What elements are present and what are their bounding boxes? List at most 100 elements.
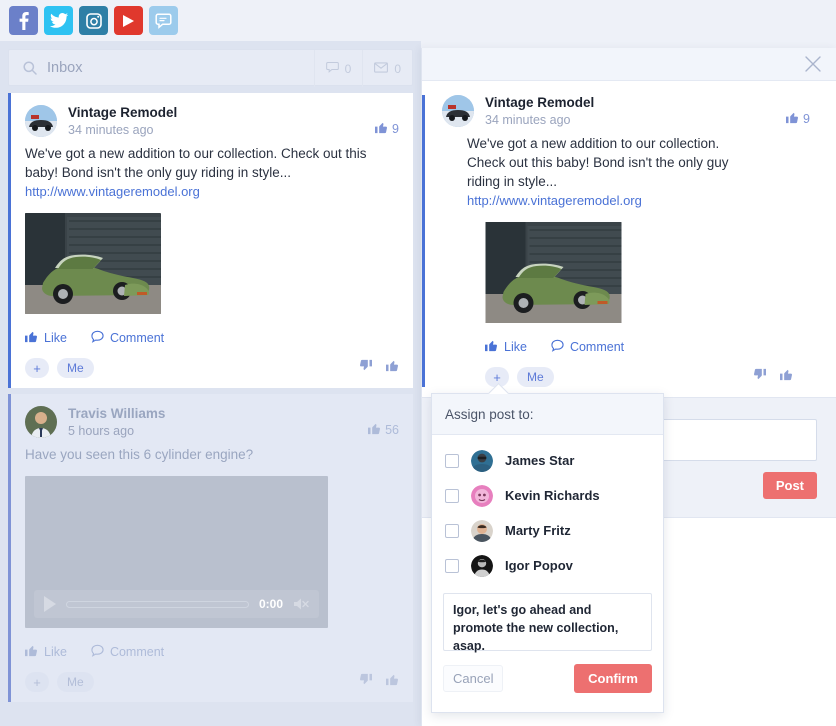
assignee-name: Igor Popov [505, 558, 573, 573]
assignee-chip-me[interactable]: Me [57, 672, 94, 692]
mute-icon[interactable] [293, 597, 309, 611]
assignee-checkbox[interactable] [445, 524, 459, 538]
like-button[interactable]: Like [25, 330, 67, 346]
post-text: We've got a new addition to our collecti… [442, 134, 732, 191]
vote-controls [359, 359, 399, 377]
like-button[interactable]: Like [485, 339, 527, 355]
avatar [25, 406, 57, 438]
post-actions: Like Comment [25, 644, 399, 660]
assignee-row: + Me [25, 672, 399, 692]
play-icon[interactable] [44, 596, 56, 612]
like-count: 9 [786, 111, 810, 127]
video-player[interactable]: 0:00 [25, 476, 328, 628]
twitter-icon[interactable] [44, 6, 73, 35]
post-feed: Vintage Remodel 34 minutes ago 9 We've g… [8, 93, 413, 702]
post-image[interactable] [485, 222, 622, 323]
video-controls: 0:00 [34, 590, 319, 618]
thumbs-up-icon[interactable] [386, 359, 399, 377]
comment-icon [326, 61, 339, 77]
assignee-chip-me[interactable]: Me [57, 358, 94, 378]
detail-panel-header [422, 48, 836, 81]
post-button[interactable]: Post [763, 472, 817, 499]
like-button[interactable]: Like [25, 644, 67, 660]
like-count-value: 9 [803, 112, 810, 126]
post-author: Vintage Remodel [485, 95, 594, 110]
post-link[interactable]: http://www.vintageremodel.org [442, 193, 816, 208]
post-text: Have you seen this 6 cylinder engine? [25, 445, 399, 464]
assignee-option[interactable]: James Star [432, 443, 663, 478]
message-counter[interactable]: 0 [362, 50, 412, 87]
assignee-list: James Star Kevin Richards Marty Fritz [432, 435, 663, 585]
close-icon[interactable] [802, 53, 824, 75]
post-header: Vintage Remodel 34 minutes ago 9 [442, 95, 816, 127]
thumbs-up-icon[interactable] [386, 673, 399, 691]
thumbs-down-icon[interactable] [359, 359, 372, 377]
add-assignee-button[interactable]: + [25, 358, 49, 378]
like-button-label: Like [44, 331, 67, 345]
detail-panel-body: Vintage Remodel 34 minutes ago 9 We've g… [422, 81, 836, 387]
assignee-name: Kevin Richards [505, 488, 600, 503]
comment-icon [91, 644, 104, 660]
assign-dropdown-title: Assign post to: [432, 394, 663, 435]
comment-button-label: Comment [570, 340, 624, 354]
search-input[interactable]: Inbox [47, 60, 82, 76]
post-link[interactable]: http://www.vintageremodel.org [25, 184, 399, 199]
avatar [442, 95, 474, 127]
comment-count: 0 [345, 62, 352, 76]
avatar [471, 555, 493, 577]
post-time: 5 hours ago [68, 424, 165, 438]
assignee-chip-me[interactable]: Me [517, 367, 554, 387]
post-actions: Like Comment [25, 330, 399, 346]
assignee-option[interactable]: Marty Fritz [432, 513, 663, 548]
comment-counter[interactable]: 0 [314, 50, 363, 87]
cancel-button[interactable]: Cancel [443, 665, 503, 692]
assignee-checkbox[interactable] [445, 489, 459, 503]
post-header: Travis Williams 5 hours ago 56 [25, 406, 399, 438]
video-progress-slider[interactable] [66, 601, 249, 608]
thumbs-down-icon[interactable] [359, 673, 372, 691]
post-image[interactable] [25, 213, 161, 314]
assignee-checkbox[interactable] [445, 454, 459, 468]
like-button-label: Like [504, 340, 527, 354]
post-card[interactable]: Travis Williams 5 hours ago 56 Have you … [8, 394, 413, 702]
assignee-option[interactable]: Igor Popov [432, 548, 663, 583]
like-count: 56 [368, 422, 399, 438]
video-time: 0:00 [259, 597, 283, 611]
comment-button[interactable]: Comment [551, 339, 624, 355]
thumbs-up-icon [786, 111, 799, 127]
thumbs-up-icon [375, 121, 388, 137]
message-count: 0 [394, 62, 401, 76]
instagram-icon[interactable] [79, 6, 108, 35]
comment-button-label: Comment [110, 645, 164, 659]
assign-post-dropdown: Assign post to: James Star Kevin Richard… [431, 393, 664, 713]
assignee-checkbox[interactable] [445, 559, 459, 573]
assignee-row: + Me [25, 358, 399, 378]
avatar [25, 105, 57, 137]
app-root: Inbox 0 0 [0, 0, 836, 726]
inbox-counters: 0 0 [314, 50, 412, 87]
post-author: Vintage Remodel [68, 105, 177, 120]
search-bar[interactable]: Inbox 0 0 [8, 49, 413, 86]
assign-dropdown-footer: Cancel Confirm [432, 664, 663, 693]
comment-button-label: Comment [110, 331, 164, 345]
like-count-value: 9 [392, 122, 399, 136]
messages-icon[interactable] [149, 6, 178, 35]
assignee-name: James Star [505, 453, 574, 468]
comment-icon [91, 330, 104, 346]
avatar [471, 450, 493, 472]
envelope-icon [374, 62, 388, 76]
comment-button[interactable]: Comment [91, 644, 164, 660]
assign-message-input[interactable]: Igor, let's go ahead and promote the new… [443, 593, 652, 651]
comment-button[interactable]: Comment [91, 330, 164, 346]
post-card[interactable]: Vintage Remodel 34 minutes ago 9 We've g… [8, 93, 413, 388]
like-count-value: 56 [385, 423, 399, 437]
detail-post: Vintage Remodel 34 minutes ago 9 We've g… [422, 95, 816, 387]
confirm-button[interactable]: Confirm [574, 664, 652, 693]
youtube-icon[interactable] [114, 6, 143, 35]
thumbs-down-icon[interactable] [753, 368, 766, 386]
thumbs-up-icon[interactable] [780, 368, 793, 386]
add-assignee-button[interactable]: + [25, 672, 49, 692]
assignee-option[interactable]: Kevin Richards [432, 478, 663, 513]
facebook-icon[interactable] [9, 6, 38, 35]
post-actions: Like Comment [442, 339, 816, 355]
